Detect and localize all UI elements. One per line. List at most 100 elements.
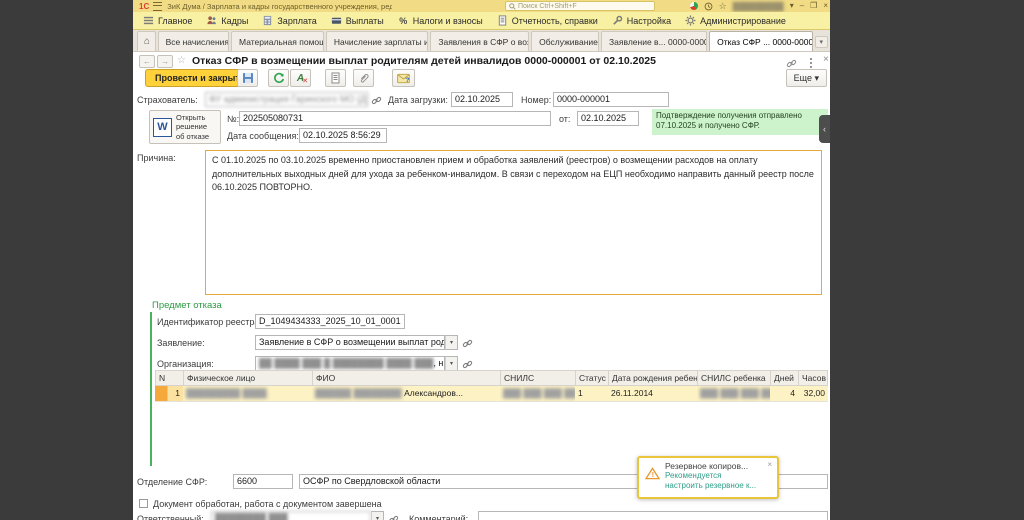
col-fio[interactable]: ФИО <box>312 370 500 386</box>
favorite-star-icon[interactable]: ☆ <box>177 55 186 66</box>
cell-hours[interactable]: 32,00 <box>798 386 828 402</box>
save-button[interactable] <box>237 69 258 87</box>
insurer-input[interactable]: ФУ администрация Гаринского МО (Дума Гар… <box>205 92 368 107</box>
tab-application-15[interactable]: Заявление в... 0000-000015× <box>601 31 708 51</box>
close-form-button[interactable]: × <box>823 54 829 65</box>
form-title: Отказ СФР в возмещении выплат родителям … <box>192 55 656 67</box>
tab-material-help[interactable]: Материальная помощь× <box>231 31 324 51</box>
notification-link-line-2[interactable]: настроить резервное к... <box>665 481 772 491</box>
reg-number-input[interactable]: 202505080731 <box>239 111 551 126</box>
menu-label: Выплаты <box>345 15 384 26</box>
cell-snils-hidden: ███ ███ ███ ██ <box>503 388 575 398</box>
global-search-input[interactable]: Поиск Ctrl+Shift+F <box>505 1 655 11</box>
menu-item-hr[interactable]: Кадры <box>206 15 248 26</box>
table-row[interactable]: 1 █████████ ████. ██████ ████████ Алекса… <box>155 386 828 402</box>
undo-posting-button[interactable]: A ✕ <box>290 69 311 87</box>
application-link-icon[interactable] <box>462 336 474 348</box>
organization-hidden-value: ██ ████ ███ █ ████████ ████ ███ <box>259 358 434 368</box>
responsible-label: Ответственный: <box>137 514 204 520</box>
organization-input[interactable]: ██ ████ ███ █ ████████ ████ ███, ниц <box>255 356 445 371</box>
cell-child-birth[interactable]: 26.11.2014 <box>608 386 697 402</box>
notification-link-line-1[interactable]: Рекомендуется <box>665 471 772 481</box>
menu-item-payments[interactable]: Выплаты <box>331 15 384 26</box>
organization-visible-value: , ниц <box>433 358 444 368</box>
processed-checkbox[interactable] <box>139 499 148 508</box>
cell-snils[interactable]: ███ ███ ███ ██ <box>500 386 575 402</box>
load-date-input[interactable]: 02.10.2025 <box>451 92 513 107</box>
cell-child-snils[interactable]: ███ ███ ███ ██ <box>697 386 770 402</box>
message-date-input[interactable]: 02.10.2025 8:56:29 <box>299 128 387 143</box>
panel-collapse-handle[interactable]: ‹ <box>819 115 830 143</box>
registry-id-input[interactable]: D_1049434333_2025_10_01_0001 <box>255 314 405 329</box>
history-icon[interactable] <box>704 2 713 11</box>
from-label: от: <box>559 114 571 124</box>
menu-item-settings[interactable]: Настройка <box>612 15 671 26</box>
cell-person[interactable]: █████████ ████. <box>183 386 312 402</box>
application-dropdown-button[interactable]: ▾ <box>445 335 458 350</box>
sfr-code-input[interactable]: 6600 <box>233 474 293 489</box>
organization-link-icon[interactable] <box>462 357 474 369</box>
word-file-icon: W <box>153 117 172 137</box>
open-refusal-decision-button[interactable]: W Открыть решение об отказе <box>149 110 221 144</box>
send-question-button[interactable]: ? <box>392 69 415 87</box>
insurer-link-icon[interactable] <box>371 93 383 105</box>
cell-person-hidden: █████████ ████. <box>186 388 270 398</box>
user-menu-chevron-icon[interactable]: ▾ <box>790 0 794 12</box>
responsible-link-icon[interactable] <box>388 512 400 520</box>
notification-close-icon[interactable]: × <box>767 460 772 469</box>
minimize-button[interactable]: – <box>800 0 804 12</box>
form-nav-row: ← → ☆ Отказ СФР в возмещении выплат роди… <box>133 54 830 70</box>
col-person[interactable]: Физическое лицо <box>183 370 312 386</box>
current-user[interactable]: █████████ <box>733 2 784 11</box>
tab-service[interactable]: Обслуживание× <box>531 31 600 51</box>
menu-item-administration[interactable]: Администрирование <box>685 15 786 26</box>
responsible-dropdown-button[interactable]: ▾ <box>371 511 384 520</box>
menu-label: Отчетность, справки <box>511 15 598 26</box>
col-days[interactable]: Дней <box>770 370 798 386</box>
post-document-button[interactable] <box>268 69 289 87</box>
forward-button[interactable]: → <box>157 55 173 68</box>
tab-home[interactable]: ⌂ <box>137 31 156 51</box>
close-window-button[interactable]: × <box>823 0 828 12</box>
main-menu-icon[interactable] <box>153 1 163 11</box>
menu-item-taxes[interactable]: % Налоги и взносы <box>398 15 482 26</box>
cell-days[interactable]: 4 <box>770 386 798 402</box>
number-input[interactable]: 0000-000001 <box>553 92 669 107</box>
tab-all-accruals[interactable]: Все начисления× <box>157 31 230 51</box>
backup-notification[interactable]: ! Резервное копиров... × Рекомендуется н… <box>637 456 779 499</box>
attachments-button[interactable] <box>353 69 374 87</box>
col-status[interactable]: Статус <box>575 370 608 386</box>
document-structure-button[interactable] <box>325 69 346 87</box>
tab-sfr-applications[interactable]: Заявления в СФР о воз...× <box>430 31 530 51</box>
responsible-input[interactable]: ████████ ███ <box>211 511 371 520</box>
menu-item-salary[interactable]: Зарплата <box>262 15 317 26</box>
col-hours[interactable]: Часов <box>798 370 828 386</box>
favorites-star-icon[interactable]: ☆ <box>719 1 727 12</box>
more-button[interactable]: Еще ▾ <box>785 69 827 87</box>
undo-posting-icon: A ✕ <box>296 72 309 85</box>
reason-textarea[interactable]: С 01.10.2025 по 03.10.2025 временно прио… <box>205 150 822 295</box>
cell-fio[interactable]: ██████ ████████ Александров... <box>312 386 500 402</box>
organization-dropdown-button[interactable]: ▾ <box>445 356 458 371</box>
cell-status[interactable]: 1 <box>575 386 608 402</box>
reason-label: Причина: <box>137 153 176 163</box>
col-snils[interactable]: СНИЛС <box>500 370 575 386</box>
back-button[interactable]: ← <box>139 55 155 68</box>
restore-button[interactable]: ❐ <box>810 0 817 12</box>
tab-salary-accrual[interactable]: Начисление зарплаты и ...× <box>325 31 429 51</box>
menu-item-main[interactable]: Главное <box>143 15 192 26</box>
reg-number-label: №: <box>227 114 240 124</box>
menu-item-reports[interactable]: Отчетность, справки <box>497 15 598 26</box>
col-child-birth[interactable]: Дата рождения ребенка <box>608 370 697 386</box>
col-n[interactable]: N <box>155 370 183 386</box>
service-status-icon[interactable] <box>689 2 698 10</box>
application-input[interactable]: Заявление в СФР о возмещении выплат роди… <box>255 335 445 350</box>
cell-n[interactable]: 1 <box>155 386 183 402</box>
tab-overflow-button[interactable]: ▾ <box>814 35 829 48</box>
insurer-label: Страхователь: <box>137 95 198 105</box>
tab-sfr-refusal-active[interactable]: Отказ СФР ... 0000-000001× <box>709 31 813 51</box>
comment-input[interactable] <box>478 511 828 520</box>
col-child-snils[interactable]: СНИЛС ребенка <box>697 370 770 386</box>
registry-id-label: Идентификатор реестра: <box>157 317 262 327</box>
from-date-input[interactable]: 02.10.2025 <box>577 111 639 126</box>
